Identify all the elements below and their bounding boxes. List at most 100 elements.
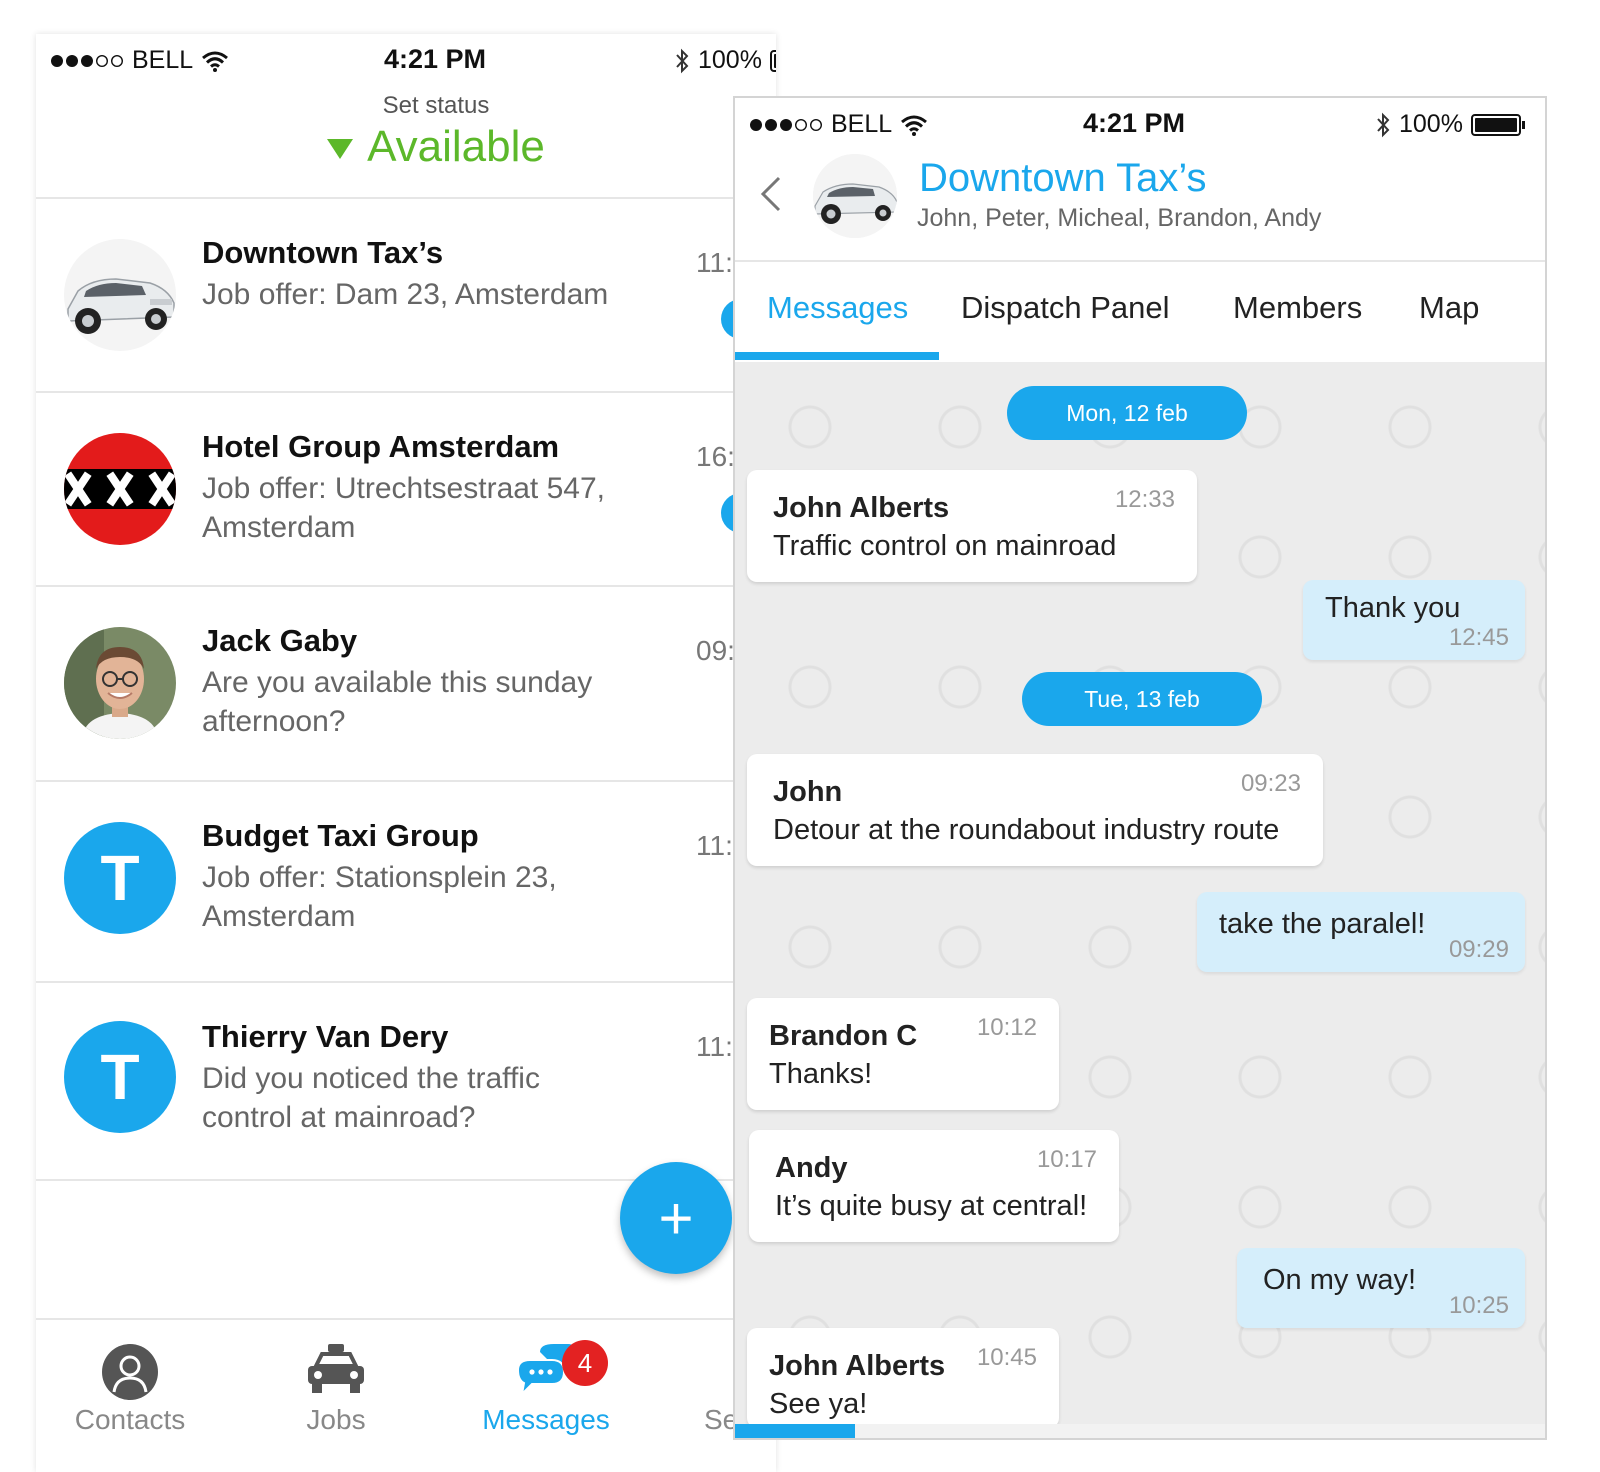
outgoing-message[interactable]: take the paralel! 09:29 <box>1197 892 1525 972</box>
bluetooth-icon <box>676 48 689 73</box>
message-text: Thanks! <box>769 1058 873 1090</box>
message-sender: Brandon C <box>769 1020 918 1052</box>
conversation-row[interactable]: T Thierry Van Dery Did you noticed the t… <box>36 983 776 1181</box>
incoming-message[interactable]: Brandon C 10:12 Thanks! <box>747 998 1059 1110</box>
amsterdam-logo-avatar <box>64 433 176 545</box>
message-text: On my way! <box>1263 1264 1417 1296</box>
bottom-tab-bar: Contacts Jobs Messages 4 Se <box>36 1318 776 1472</box>
outgoing-message[interactable]: On my way! 10:25 <box>1237 1248 1525 1328</box>
person-photo-avatar <box>64 627 176 739</box>
battery-icon <box>1470 113 1525 136</box>
message-text: Detour at the roundabout industry route <box>773 814 1280 846</box>
plus-icon: + <box>658 1184 694 1252</box>
conversation-row[interactable]: Hotel Group Amsterdam Job offer: Utrecht… <box>36 393 776 587</box>
conversation-preview: Job offer: Stationsplein 23, Amsterdam <box>202 861 557 933</box>
conversation-preview: Job offer: Utrechtsestraat 547, Amsterda… <box>202 472 605 544</box>
status-bar: BELL 4:21 PM 100% <box>735 98 1545 154</box>
tab-label: Contacts <box>74 1404 186 1435</box>
message-sender: John <box>773 776 843 808</box>
tab-jobs[interactable]: Jobs <box>276 1320 396 1436</box>
group-members: John, Peter, Micheal, Brandon, Andy <box>917 204 1322 232</box>
letter-avatar: T <box>64 1021 176 1133</box>
message-text: See ya! <box>769 1388 868 1420</box>
status-value[interactable]: Available <box>36 122 776 172</box>
wifi-icon <box>202 51 229 72</box>
conversation-time: 11: <box>696 830 733 861</box>
message-time: 09:29 <box>1448 936 1509 963</box>
status-value-text: Available <box>367 122 545 171</box>
group-avatar[interactable] <box>813 154 897 238</box>
conversation-preview: Are you available this sunday afternoon? <box>202 666 593 738</box>
conversation-row[interactable]: T Budget Taxi Group Job offer: Stationsp… <box>36 782 776 983</box>
chat-header: Downtown Tax’s John, Peter, Micheal, Bra… <box>735 150 1545 262</box>
message-text: It’s quite busy at central! <box>775 1190 1088 1222</box>
status-bar: BELL 4:21 PM 100% <box>36 34 776 90</box>
message-time: 10:25 <box>1448 1292 1509 1319</box>
tab-map[interactable]: Map <box>1419 290 1479 326</box>
limousine-avatar <box>64 239 176 351</box>
incoming-message[interactable]: John 09:23 Detour at the roundabout indu… <box>747 754 1323 866</box>
taxi-icon <box>308 1344 364 1393</box>
compose-bar-edge <box>735 1424 1545 1438</box>
incoming-message[interactable]: Andy 10:17 It’s quite busy at central! <box>749 1130 1119 1242</box>
incoming-message[interactable]: John Alberts 12:33 Traffic control on ma… <box>747 470 1197 582</box>
carrier-name: BELL <box>831 110 893 138</box>
conversation-row[interactable]: Jack Gaby Are you available this sunday … <box>36 587 776 782</box>
conversation-name: Downtown Tax’s <box>202 235 444 270</box>
outgoing-message[interactable]: Thank you 12:45 <box>1303 580 1525 660</box>
back-chevron-icon[interactable] <box>757 174 783 214</box>
message-time: 09:23 <box>1240 770 1301 797</box>
new-message-button[interactable]: + <box>620 1162 732 1274</box>
battery-indicator: 100% <box>674 46 776 75</box>
message-text: take the paralel! <box>1219 908 1426 940</box>
carrier-name: BELL <box>132 46 194 74</box>
message-time: 12:45 <box>1448 624 1509 651</box>
messages-list-screen: BELL 4:21 PM 100% Set status Available D… <box>36 34 776 1472</box>
signal-dots-icon <box>51 54 124 67</box>
message-sender: John Alberts <box>769 1350 946 1382</box>
battery-icon <box>769 49 776 72</box>
conversation-name: Thierry Van Dery <box>202 1019 449 1054</box>
conversation-name: Budget Taxi Group <box>202 818 479 853</box>
group-title: Downtown Tax’s <box>919 156 1207 200</box>
conversation-preview: Job offer: Dam 23, Amsterdam <box>202 278 609 311</box>
signal-dots-icon <box>750 118 823 131</box>
conversation-row[interactable]: Downtown Tax’s Job offer: Dam 23, Amster… <box>36 199 776 393</box>
message-time: 10:45 <box>976 1344 1037 1371</box>
battery-indicator: 100% <box>1375 110 1525 139</box>
unread-count-badge: 4 <box>562 1340 608 1386</box>
message-text: Traffic control on mainroad <box>773 530 1117 562</box>
message-thread: Mon, 12 feb John Alberts 12:33 Traffic c… <box>735 362 1545 1428</box>
caret-down-icon <box>327 139 354 160</box>
message-sender: Andy <box>775 1152 848 1184</box>
clock: 4:21 PM <box>384 44 487 74</box>
clock: 4:21 PM <box>1083 108 1186 138</box>
conversation-time: 09: <box>696 635 735 666</box>
carrier-indicator: BELL <box>50 46 229 75</box>
conversation-time: 11: <box>696 1031 733 1062</box>
person-icon <box>102 1344 158 1400</box>
conversation-time: 16: <box>696 441 735 472</box>
compose-accent <box>735 1424 855 1438</box>
status-selector[interactable]: Set status Available <box>36 92 776 172</box>
conversation-name: Hotel Group Amsterdam <box>202 429 560 464</box>
conversation-name: Jack Gaby <box>202 623 358 658</box>
bluetooth-icon <box>1377 112 1390 137</box>
tab-contacts[interactable]: Contacts <box>60 1320 200 1436</box>
active-tab-indicator <box>735 352 939 360</box>
group-chat-screen: BELL 4:21 PM 100% Downtown Tax’s John, P… <box>733 96 1547 1440</box>
status-label: Set status <box>382 92 490 119</box>
battery-percent: 100% <box>1399 110 1463 138</box>
conversation-time: 11: <box>696 247 733 278</box>
tab-dispatch-panel[interactable]: Dispatch Panel <box>961 290 1170 326</box>
chat-tab-bar: Messages Dispatch Panel Members Map <box>735 262 1545 362</box>
tab-members[interactable]: Members <box>1233 290 1362 326</box>
tab-messages[interactable]: Messages 4 <box>476 1320 616 1436</box>
date-divider: Mon, 12 feb <box>1007 386 1247 440</box>
message-text: Thank you <box>1325 592 1461 624</box>
wifi-icon <box>901 115 928 136</box>
message-time: 10:12 <box>976 1014 1037 1041</box>
tab-label: Messages <box>482 1404 610 1435</box>
tab-messages[interactable]: Messages <box>767 290 908 326</box>
incoming-message[interactable]: John Alberts 10:45 See ya! <box>747 1328 1059 1428</box>
